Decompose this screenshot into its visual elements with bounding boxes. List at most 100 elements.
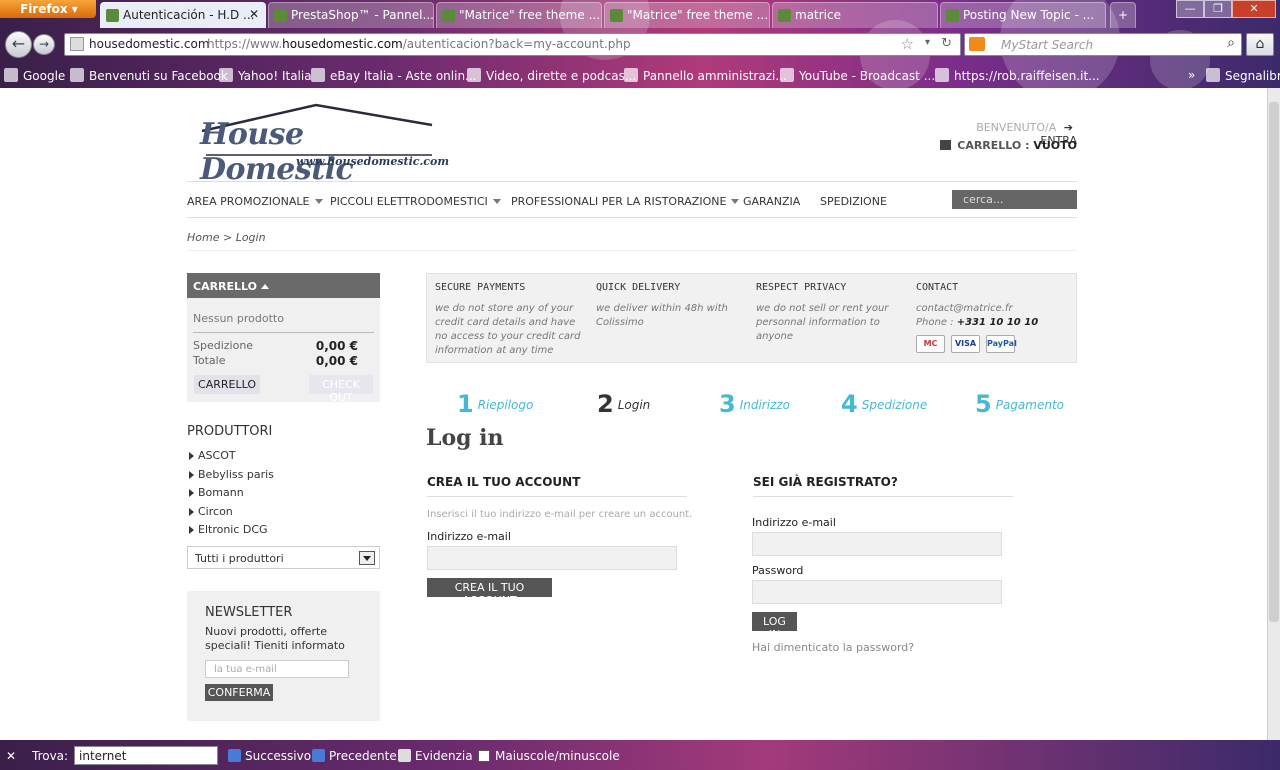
arrow-down-icon — [228, 749, 241, 762]
info-title: CONTACT — [916, 282, 959, 293]
find-bar: ✕ Trova: internet Successivo Precedente … — [0, 740, 1280, 770]
create-email-input[interactable] — [427, 546, 677, 570]
find-previous-button[interactable]: Precedente — [312, 749, 397, 763]
bookmark-label: eBay Italia - Aste onlin... — [330, 69, 477, 83]
info-text: we deliver within 48h with Colissimo — [596, 303, 728, 328]
google-icon — [4, 68, 18, 82]
password-input[interactable] — [752, 580, 1002, 604]
site-identity-label: housedomestic.com — [89, 37, 210, 51]
find-next-button[interactable]: Successivo — [228, 749, 311, 763]
firefox-menu-button[interactable]: Firefox ▾ — [0, 0, 96, 18]
menu-item-garanzia[interactable]: GARANZIA — [743, 195, 800, 208]
maximize-button[interactable]: ❐ — [1204, 0, 1232, 18]
bookmark-pannello[interactable]: Pannello amministrazi... — [624, 68, 787, 83]
create-account-hint: Inserisci il tuo indirizzo e-mail per cr… — [427, 509, 693, 520]
site-logo[interactable]: House Domestic www.housedomestic.com — [200, 103, 449, 187]
bookmark-facebook[interactable]: Benvenuti su Facebook — [70, 68, 228, 83]
site-search-placeholder: cerca... — [963, 193, 1004, 206]
header-cart[interactable]: CARRELLO : VUOTO — [940, 139, 1077, 152]
producers-select-value: Tutti i produttori — [195, 552, 284, 565]
header-cart-status: VUOTO — [1033, 139, 1077, 152]
newsletter-confirm-button[interactable]: CONFERMA — [205, 684, 273, 701]
producer-item[interactable]: Eltronic DCG — [187, 523, 380, 542]
search-engine-icon[interactable] — [969, 37, 985, 51]
home-button[interactable]: ⌂ — [1246, 33, 1274, 56]
highlight-button[interactable]: Evidenzia — [398, 749, 473, 763]
site-identity-icon[interactable] — [70, 37, 84, 51]
tab-matrice-theme-2[interactable]: "Matrice" free theme ... — [604, 2, 770, 28]
address-bar[interactable]: housedomestic.com https://www.housedomes… — [64, 33, 961, 56]
scrollbar-thumb[interactable] — [1269, 102, 1279, 622]
forward-button[interactable]: → — [33, 34, 55, 55]
menu-item-area-promozionale[interactable]: AREA PROMOZIONALE — [187, 195, 323, 208]
find-input[interactable]: internet — [74, 746, 218, 765]
bookmark-star-icon[interactable]: ☆ — [901, 35, 914, 53]
step-number: 5 — [975, 390, 992, 418]
vertical-scrollbar[interactable] — [1267, 88, 1280, 740]
tab-matrice[interactable]: matrice — [772, 2, 938, 28]
total-value: 0,00 € — [315, 354, 358, 368]
close-findbar-icon[interactable]: ✕ — [6, 749, 16, 763]
search-placeholder: MyStart Search — [1001, 38, 1094, 52]
bookmark-ebay[interactable]: eBay Italia - Aste onlin... — [311, 68, 477, 83]
step-number: 3 — [719, 390, 736, 418]
bookmark-video[interactable]: Video, dirette e podcas... — [467, 68, 636, 83]
menu-item-professionali[interactable]: PROFESSIONALI PER LA RISTORAZIONE — [511, 195, 740, 208]
menu-item-piccoli-elettrodomestici[interactable]: PICCOLI ELETTRODOMESTICI — [330, 195, 501, 208]
breadcrumb-text[interactable]: Home > Login — [187, 231, 266, 244]
cart-button[interactable]: CARRELLO — [194, 375, 260, 394]
tab-posting-new-topic[interactable]: Posting New Topic - ... — [940, 2, 1106, 28]
password-label: Password — [752, 564, 804, 577]
video-icon — [467, 68, 481, 82]
contact-email[interactable]: contact@matrice.fr — [916, 302, 1066, 316]
mastercard-icon: MC — [916, 335, 945, 353]
producer-item[interactable]: Bomann — [187, 486, 380, 505]
producer-item[interactable]: Circon — [187, 505, 380, 524]
tab-autenticacion[interactable]: Autenticación - H.D ... ✕ — [100, 2, 266, 28]
tab-matrice-theme-1[interactable]: "Matrice" free theme ... — [436, 2, 602, 28]
cart-block-header[interactable]: CARRELLO — [187, 273, 380, 298]
close-tab-icon[interactable]: ✕ — [249, 7, 259, 21]
search-icon[interactable]: ⌕ — [1227, 35, 1235, 51]
find-input-value: internet — [79, 749, 127, 763]
producers-list: ASCOT Bebyliss paris Bomann Circon Eltro… — [187, 449, 380, 542]
new-tab-button[interactable]: + — [1110, 2, 1136, 28]
bookmark-raiffeisen[interactable]: https://rob.raiffeisen.it... — [935, 68, 1100, 83]
create-account-button[interactable]: CREA IL TUO ACCOUNT — [427, 578, 552, 607]
bookmarks-overflow-icon[interactable]: » — [1188, 68, 1195, 82]
url-dropdown-icon[interactable]: ▾ — [925, 37, 930, 48]
login-email-input[interactable] — [752, 532, 1002, 556]
match-case-checkbox[interactable]: Maiuscole/minuscole — [478, 749, 620, 763]
close-window-button[interactable]: ✕ — [1232, 0, 1276, 18]
chevron-down-icon[interactable] — [359, 551, 375, 565]
bookmark-youtube[interactable]: YouTube - Broadcast ... — [780, 68, 935, 83]
info-contact: CONTACT contact@matrice.fr Phone : +331 … — [916, 282, 1066, 353]
newsletter-title: NEWSLETTER — [205, 605, 293, 620]
bookmark-yahoo[interactable]: Yahoo! Italia — [219, 68, 312, 83]
cart-block: CARRELLO Nessun prodotto Spedizione 0,00 … — [187, 273, 380, 404]
checkbox-icon — [478, 750, 490, 762]
producers-select[interactable]: Tutti i produttori — [187, 546, 380, 569]
info-bar: SECURE PAYMENTS we do not store any of yo… — [426, 273, 1077, 363]
newsletter-block: NEWSLETTER Nuovi prodotti, offerte speci… — [187, 591, 380, 721]
producer-item[interactable]: ASCOT — [187, 449, 380, 468]
reload-icon[interactable]: ↻ — [941, 36, 952, 51]
bookmark-label: YouTube - Broadcast ... — [799, 69, 936, 83]
bookmarks-menu[interactable]: Segnalibri — [1206, 68, 1280, 83]
bookmarks-folder-icon — [1206, 68, 1220, 82]
newsletter-email-input[interactable]: la tua e-mail — [205, 660, 349, 678]
tab-prestashop[interactable]: PrestaShop™ - Pannel... — [268, 2, 434, 28]
menu-item-spedizione[interactable]: SPEDIZIONE — [820, 195, 887, 208]
login-button[interactable]: LOG IN — [752, 612, 797, 641]
bookmark-google[interactable]: Google — [4, 68, 65, 83]
minimize-button[interactable]: — — [1176, 0, 1204, 18]
search-bar[interactable]: MyStart Search ⌕ — [964, 33, 1242, 56]
back-button[interactable]: ← — [5, 31, 32, 58]
site-search-input[interactable]: cerca... — [952, 190, 1077, 209]
forgot-password-link[interactable]: Hai dimenticato la password? — [752, 641, 914, 654]
step-label: Spedizione — [861, 398, 928, 412]
producer-item[interactable]: Bebyliss paris — [187, 468, 380, 487]
info-secure-payments: SECURE PAYMENTS we do not store any of yo… — [435, 282, 585, 358]
checkout-button[interactable]: CHECK OUT — [309, 375, 373, 404]
step-riepilogo[interactable]: 1 Riepilogo — [457, 390, 533, 418]
